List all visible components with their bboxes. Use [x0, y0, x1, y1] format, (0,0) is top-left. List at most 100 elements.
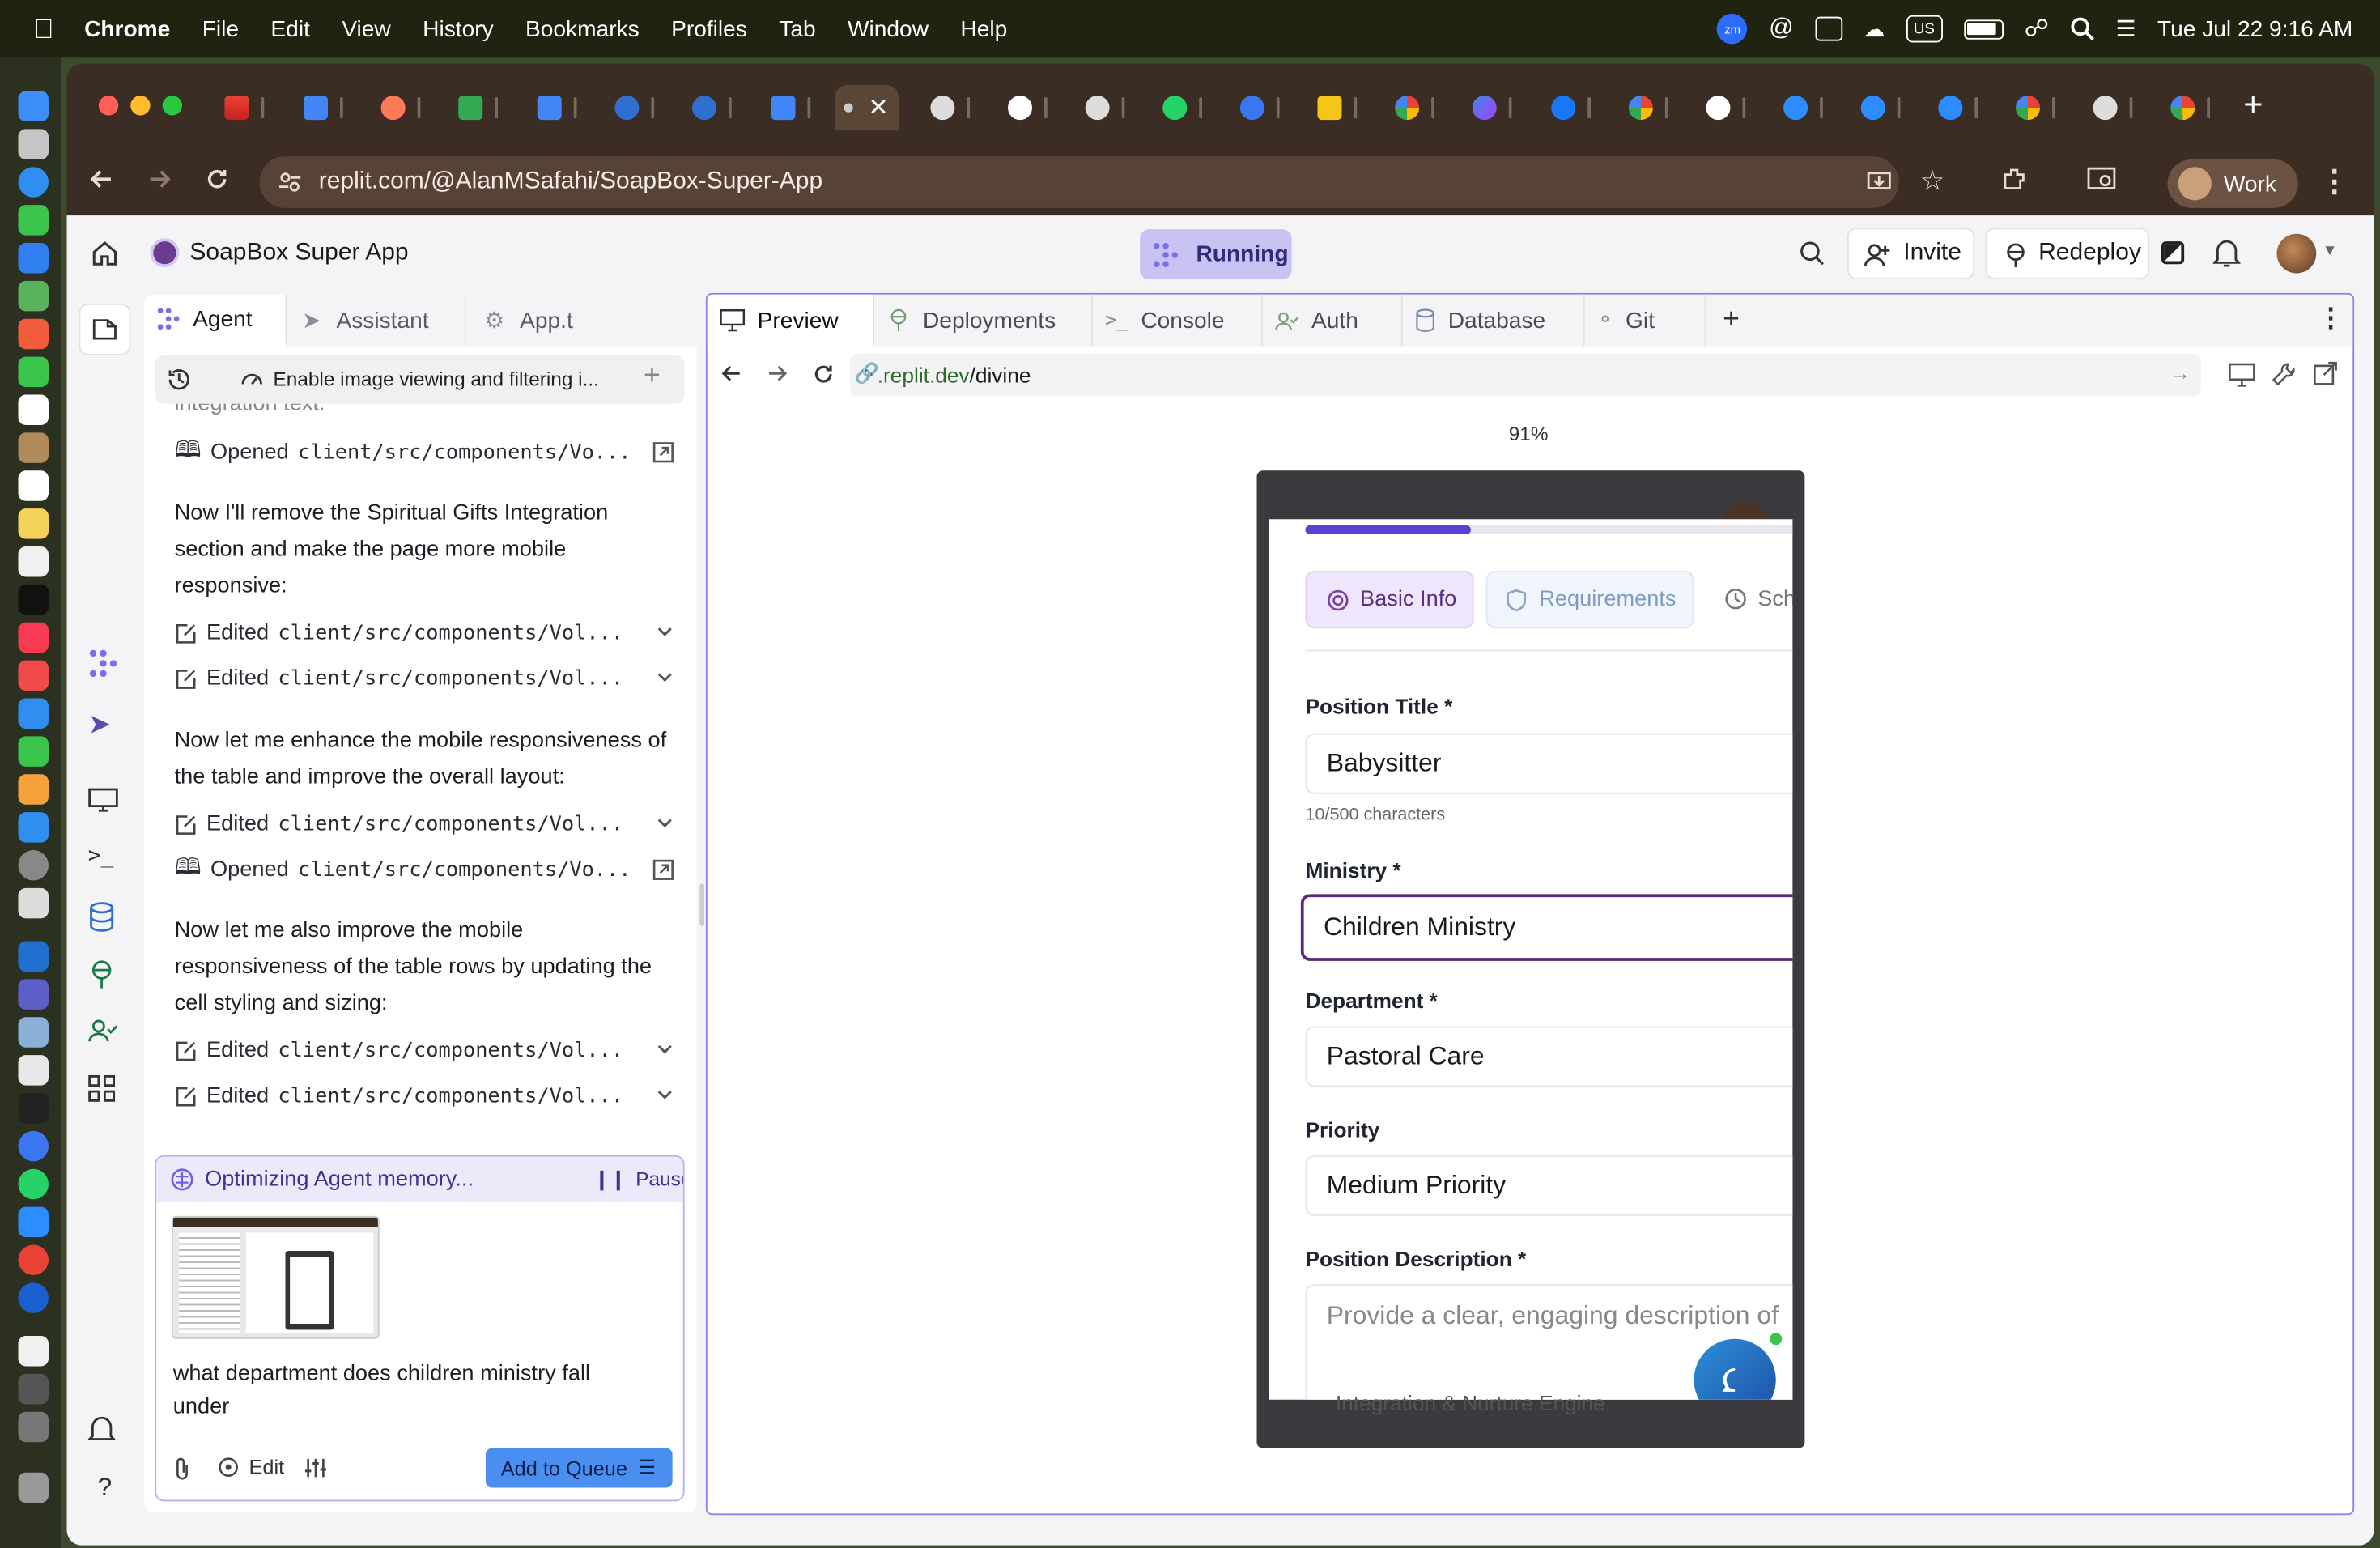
close-tab-icon[interactable]: ✕	[869, 92, 889, 123]
device-toggle-icon[interactable]	[2229, 363, 2256, 387]
position-title-input[interactable]: Babysitter	[1305, 733, 1793, 794]
profile-button[interactable]: Work	[2167, 159, 2298, 208]
dock-preview-icon[interactable]	[18, 1017, 49, 1048]
file-action-row[interactable]: Edited client/src/components/Vol...	[175, 1078, 676, 1114]
zoom-status-icon[interactable]: zm	[1717, 13, 1748, 45]
new-tab-button[interactable]: +	[2243, 85, 2263, 125]
dock-appstore-icon[interactable]	[18, 812, 49, 843]
preview-forward-icon[interactable]	[765, 361, 789, 385]
tab-google-2[interactable]	[1608, 85, 1675, 130]
open-new-tab-icon[interactable]	[2314, 361, 2338, 385]
minimize-window-button[interactable]	[130, 96, 151, 116]
site-info-icon[interactable]	[278, 170, 302, 194]
priority-select[interactable]: Medium Priority	[1305, 1155, 1793, 1216]
console-rail-icon[interactable]: >_	[88, 844, 121, 878]
chevron-down-icon[interactable]	[654, 621, 675, 642]
dock-chrome-icon[interactable]	[18, 1244, 49, 1275]
help-icon[interactable]: ?	[88, 1473, 121, 1506]
menu-tab[interactable]: Tab	[779, 16, 815, 42]
edit-mode-button[interactable]: Edit	[217, 1456, 284, 1478]
menu-history[interactable]: History	[423, 16, 494, 42]
step-basic-info[interactable]: Basic Info	[1305, 571, 1474, 629]
control-center-icon[interactable]: ☰	[2115, 15, 2136, 43]
dock-signal-icon[interactable]	[18, 1130, 49, 1162]
chevron-down-icon[interactable]	[654, 666, 675, 687]
prompt-text[interactable]: what department does children ministry f…	[173, 1357, 644, 1424]
alerts-rail-icon[interactable]	[87, 1415, 121, 1448]
tab-globe-1[interactable]	[909, 85, 976, 130]
invite-button[interactable]: Invite	[1847, 228, 1975, 279]
dock-messages-icon[interactable]	[18, 205, 49, 236]
user-avatar[interactable]	[2276, 233, 2317, 274]
dock-downloads-icon[interactable]	[18, 1373, 49, 1405]
maximize-window-button[interactable]	[162, 96, 182, 116]
chat-history-bar[interactable]: Enable image viewing and filtering i... …	[155, 355, 685, 404]
tab-globe-3[interactable]	[2072, 85, 2139, 130]
database-rail-icon[interactable]	[88, 902, 121, 935]
dock-folder-icon[interactable]	[18, 1411, 49, 1443]
tab-compass-2[interactable]	[671, 85, 738, 130]
dock-news-icon[interactable]	[18, 660, 49, 691]
dock-music-icon[interactable]	[18, 622, 49, 653]
tab-google-3[interactable]	[1995, 85, 2062, 130]
pane-more-icon[interactable]: ⋮	[2318, 304, 2344, 334]
menu-view[interactable]: View	[342, 16, 390, 42]
redeploy-button[interactable]: Redeploy	[1985, 228, 2149, 279]
file-action-row[interactable]: 🕮 Opened client/src/components/Vo...	[175, 434, 676, 470]
file-action-row[interactable]: Edited client/src/components/Vol...	[175, 806, 676, 843]
tab-auth[interactable]: Auth	[1263, 294, 1403, 347]
dock-teams-icon[interactable]	[18, 979, 49, 1010]
back-icon[interactable]	[88, 165, 116, 193]
add-to-queue-button[interactable]: Add to Queue ☰	[486, 1448, 673, 1488]
tab-search-icon[interactable]	[2087, 165, 2118, 193]
preview-rail-icon[interactable]	[88, 786, 121, 819]
tab-globe-2[interactable]	[1064, 85, 1131, 130]
dock-numbers-icon[interactable]	[18, 736, 49, 767]
chevron-down-icon[interactable]	[654, 1084, 675, 1105]
attach-paperclip-icon[interactable]	[172, 1456, 193, 1480]
dock-tv-icon[interactable]	[18, 584, 49, 615]
dock-photos-icon[interactable]	[18, 318, 49, 350]
open-external-icon[interactable]	[651, 857, 675, 882]
link-icon[interactable]: ☍	[2025, 14, 2049, 45]
theme-toggle-icon[interactable]	[2161, 241, 2185, 265]
tab-sheets[interactable]	[437, 85, 504, 130]
assistant-rail-icon[interactable]: ➤	[88, 709, 121, 742]
close-window-button[interactable]	[98, 96, 119, 116]
tab-signal[interactable]	[1219, 85, 1286, 130]
tab-database[interactable]: Database	[1402, 294, 1585, 347]
menu-bookmarks[interactable]: Bookmarks	[525, 16, 640, 42]
tab-app[interactable]: ⚙ App.t	[465, 294, 697, 347]
tab-docs-2[interactable]	[516, 85, 584, 130]
tab-console[interactable]: >_ Console	[1093, 294, 1263, 347]
new-chat-icon[interactable]: +	[644, 359, 661, 393]
tab-compass-1[interactable]	[593, 85, 661, 130]
tab-git[interactable]: ⚬ Git	[1584, 294, 1706, 347]
file-action-row[interactable]: Edited client/src/components/Vol...	[175, 615, 676, 651]
pause-button[interactable]: ❙❙ Pause	[593, 1167, 683, 1192]
step-requirements[interactable]: Requirements	[1485, 571, 1694, 629]
chrome-menu-icon[interactable]: ⋮	[2319, 163, 2350, 201]
attached-screenshot[interactable]	[171, 1215, 380, 1339]
tab-docs-1[interactable]	[283, 85, 350, 130]
dock-notes-icon[interactable]	[18, 508, 49, 539]
tab-whatsapp[interactable]	[1141, 85, 1209, 130]
dock-outlook-icon[interactable]	[18, 941, 49, 972]
tab-coin[interactable]	[1296, 85, 1363, 130]
menu-profiles[interactable]: Profiles	[671, 16, 747, 42]
tab-replit-active[interactable]: ✕	[835, 85, 899, 131]
keyboard-layout[interactable]: US	[1906, 15, 1943, 43]
tab-google-1[interactable]	[1374, 85, 1441, 130]
tab-docs-3[interactable]	[750, 85, 817, 130]
dock-zoom-icon[interactable]	[18, 1206, 49, 1238]
tab-google-4[interactable]	[2149, 85, 2216, 130]
preview-back-icon[interactable]	[720, 361, 744, 385]
dock-facetime-icon[interactable]	[18, 356, 49, 388]
history-icon[interactable]	[165, 366, 193, 393]
tab-hubspot[interactable]	[359, 85, 427, 130]
preview-reload-icon[interactable]	[810, 361, 836, 387]
department-select[interactable]: Pastoral Care	[1305, 1026, 1793, 1087]
dock-trash-icon[interactable]	[18, 1472, 49, 1503]
menu-edit[interactable]: Edit	[270, 16, 309, 42]
battery-icon[interactable]	[1963, 19, 2004, 39]
